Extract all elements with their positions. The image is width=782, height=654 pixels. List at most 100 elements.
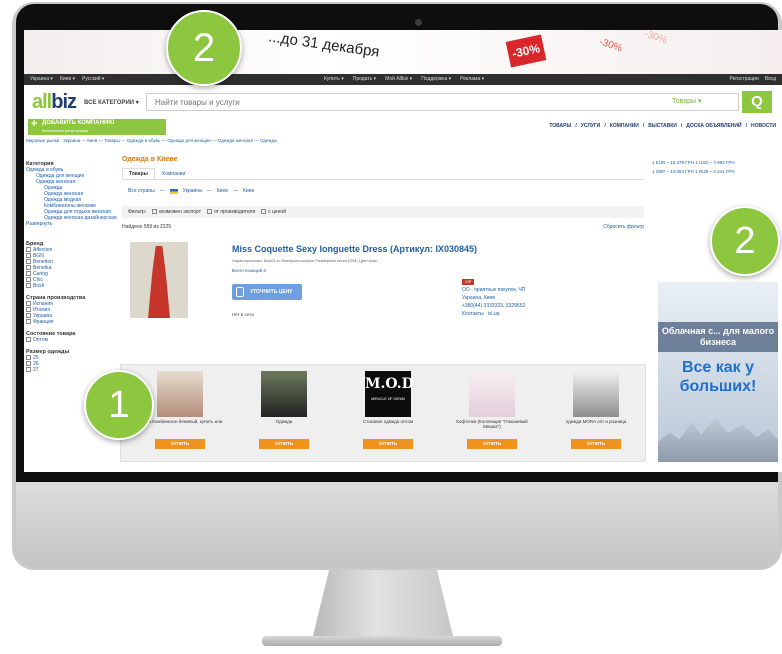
tab-exhibitions[interactable]: ВЫСТАВКИ (648, 123, 677, 129)
tab-services[interactable]: УСЛУГИ (581, 123, 601, 129)
tab-separator: / (745, 123, 747, 129)
breadcrumb[interactable]: Мировые рынки : Украина — Киев — Товары … (26, 138, 277, 143)
checkbox[interactable] (26, 271, 31, 277)
related-item[interactable]: Одежда КУПИТЬ (239, 371, 329, 455)
city-skyline-image (658, 417, 778, 462)
seller-link[interactable]: ОО - приятных покупок, ЧП (462, 286, 525, 294)
step-badge-2: 2 (710, 206, 780, 276)
request-price-button[interactable]: УТОЧНИТЬ ЦЕНУ (232, 284, 302, 300)
country-option[interactable]: Франция (26, 319, 118, 325)
product-photo[interactable] (130, 242, 188, 318)
checkbox[interactable] (26, 301, 31, 307)
buy-button[interactable]: КУПИТЬ (571, 439, 621, 449)
ad-banner[interactable]: Облачная с... для малого бизнеса Все как… (658, 282, 778, 462)
login-link[interactable]: Вход (765, 74, 776, 85)
register-link[interactable]: Регистрация (729, 74, 758, 85)
monitor-stand (312, 570, 454, 640)
city-link[interactable]: Киев (217, 188, 228, 194)
related-caption[interactable]: одежда MORA опт и розница (551, 419, 641, 424)
state-option[interactable]: Оптом (26, 337, 118, 343)
more-positions-link[interactable]: Всего позиций 3 (232, 268, 266, 273)
plus-icon: + (31, 118, 38, 130)
checkbox[interactable] (26, 277, 31, 283)
menu-support[interactable]: Поддержка ▾ (421, 74, 451, 85)
city-selector[interactable]: Киев ▾ (60, 74, 75, 85)
checkbox[interactable] (26, 307, 31, 313)
country-label: Франция (33, 319, 54, 325)
brand-option[interactable]: Bosh (26, 283, 118, 289)
related-item[interactable]: одежда MORA опт и розница КУПИТЬ (551, 371, 641, 455)
add-company-button[interactable]: + ДОБАВИТЬ КОМПАНИЮ Бесплатная регистрац… (28, 119, 166, 135)
city-link[interactable]: Киев (243, 188, 254, 194)
mod-logo[interactable]: M.O.D MIRACLE OF DENIM (365, 371, 414, 417)
country-selector[interactable]: Украина ▾ (30, 74, 53, 85)
menu-my-allbiz[interactable]: Мой Allbiz ▾ (385, 74, 412, 85)
expand-link[interactable]: Развернуть (26, 221, 118, 227)
checkbox[interactable] (26, 337, 31, 343)
related-item[interactable]: M.O.D MIRACLE OF DENIM Стоковая одежда о… (343, 371, 433, 455)
country-link[interactable]: Украина (183, 188, 202, 194)
tab-products[interactable]: ТОВАРЫ (549, 123, 571, 129)
allbiz-logo[interactable]: allbiz (32, 92, 77, 112)
site-link[interactable]: ixl.ua (488, 311, 500, 317)
checkbox[interactable] (152, 209, 158, 215)
checkbox[interactable] (26, 355, 31, 361)
tab-news[interactable]: НОВОСТИ (751, 123, 776, 129)
checkbox[interactable] (26, 319, 31, 325)
online-status: Нет в сети (232, 312, 254, 317)
search-input[interactable] (146, 93, 739, 111)
reset-filter-link[interactable]: Сбросить фильтр (603, 224, 644, 230)
checkbox[interactable] (261, 209, 267, 215)
filter-price[interactable]: с ценой (261, 206, 286, 218)
language-selector[interactable]: Русский ▾ (82, 74, 104, 85)
menu-sell[interactable]: Продать ▾ (353, 74, 376, 85)
step-badge-2: 2 (166, 10, 242, 86)
related-thumb[interactable] (261, 371, 307, 417)
contacts-link[interactable]: Контакты (462, 311, 484, 317)
checkbox[interactable] (26, 247, 31, 253)
all-countries-link[interactable]: Все страны (128, 188, 155, 194)
checkbox[interactable] (26, 361, 31, 367)
filter-export[interactable]: возможен экспорт (152, 206, 201, 218)
filter-price-label: с ценой (268, 209, 286, 215)
product-title[interactable]: Miss Coquette Sexy longuette Dress (Арти… (232, 244, 477, 254)
related-caption[interactable]: Стоковая одежда оптом (343, 419, 433, 424)
location-filter: Все страны — Украина — Киев — Киев (128, 188, 255, 194)
buy-button[interactable]: КУПИТЬ (155, 439, 205, 449)
checkbox[interactable] (26, 259, 31, 265)
checkbox[interactable] (26, 313, 31, 319)
related-caption[interactable]: Одежда (239, 419, 329, 424)
search-scope-select[interactable]: Товары ▾ (672, 97, 702, 105)
related-thumb[interactable] (469, 371, 515, 417)
menu-buy[interactable]: Купить ▾ (324, 74, 344, 85)
mod-logo-subtext: MIRACLE OF DENIM (371, 397, 405, 401)
checkbox[interactable] (26, 265, 31, 271)
size-label: 27 (33, 367, 39, 373)
tab-classifieds[interactable]: ДОСКА ОБЪЯВЛЕНИЙ (686, 123, 741, 129)
buy-button[interactable]: КУПИТЬ (363, 439, 413, 449)
camera-icon (415, 19, 422, 26)
tab-companies[interactable]: КОМПАНИИ (610, 123, 639, 129)
buy-button[interactable]: КУПИТЬ (259, 439, 309, 449)
monitor-stand-base (262, 636, 502, 646)
checkbox[interactable] (207, 209, 212, 215)
checkbox[interactable] (26, 283, 31, 289)
vip-badge: VIP (462, 279, 475, 285)
buy-button[interactable]: КУПИТЬ (467, 439, 517, 449)
tab-companies-results[interactable]: Компании (156, 169, 191, 179)
filter-manufacturer[interactable]: от производителя (207, 206, 255, 218)
state-label: Оптом (33, 337, 49, 343)
menu-ads[interactable]: Реклама ▾ (460, 74, 484, 85)
checkbox[interactable] (26, 253, 31, 259)
related-item[interactable]: Кофточка (Коллекция "Плюшевый Мишка") КУ… (447, 371, 537, 455)
related-thumb[interactable] (573, 371, 619, 417)
all-categories-button[interactable]: ВСЕ КАТЕГОРИИ ▾ (84, 99, 139, 106)
tab-products-results[interactable]: Товары (122, 168, 155, 179)
promo-banner[interactable]: ...до 31 декабря -30% -30% -30% (24, 30, 782, 74)
search-button[interactable]: Q (742, 91, 772, 113)
main-content: Одежда в Киеве Товары Компании Все стран… (120, 154, 650, 472)
checkbox[interactable] (26, 367, 31, 373)
related-caption[interactable]: Кофточка (Коллекция "Плюшевый Мишка") (447, 419, 537, 429)
related-thumb[interactable] (157, 371, 203, 417)
tab-separator: / (575, 123, 577, 129)
